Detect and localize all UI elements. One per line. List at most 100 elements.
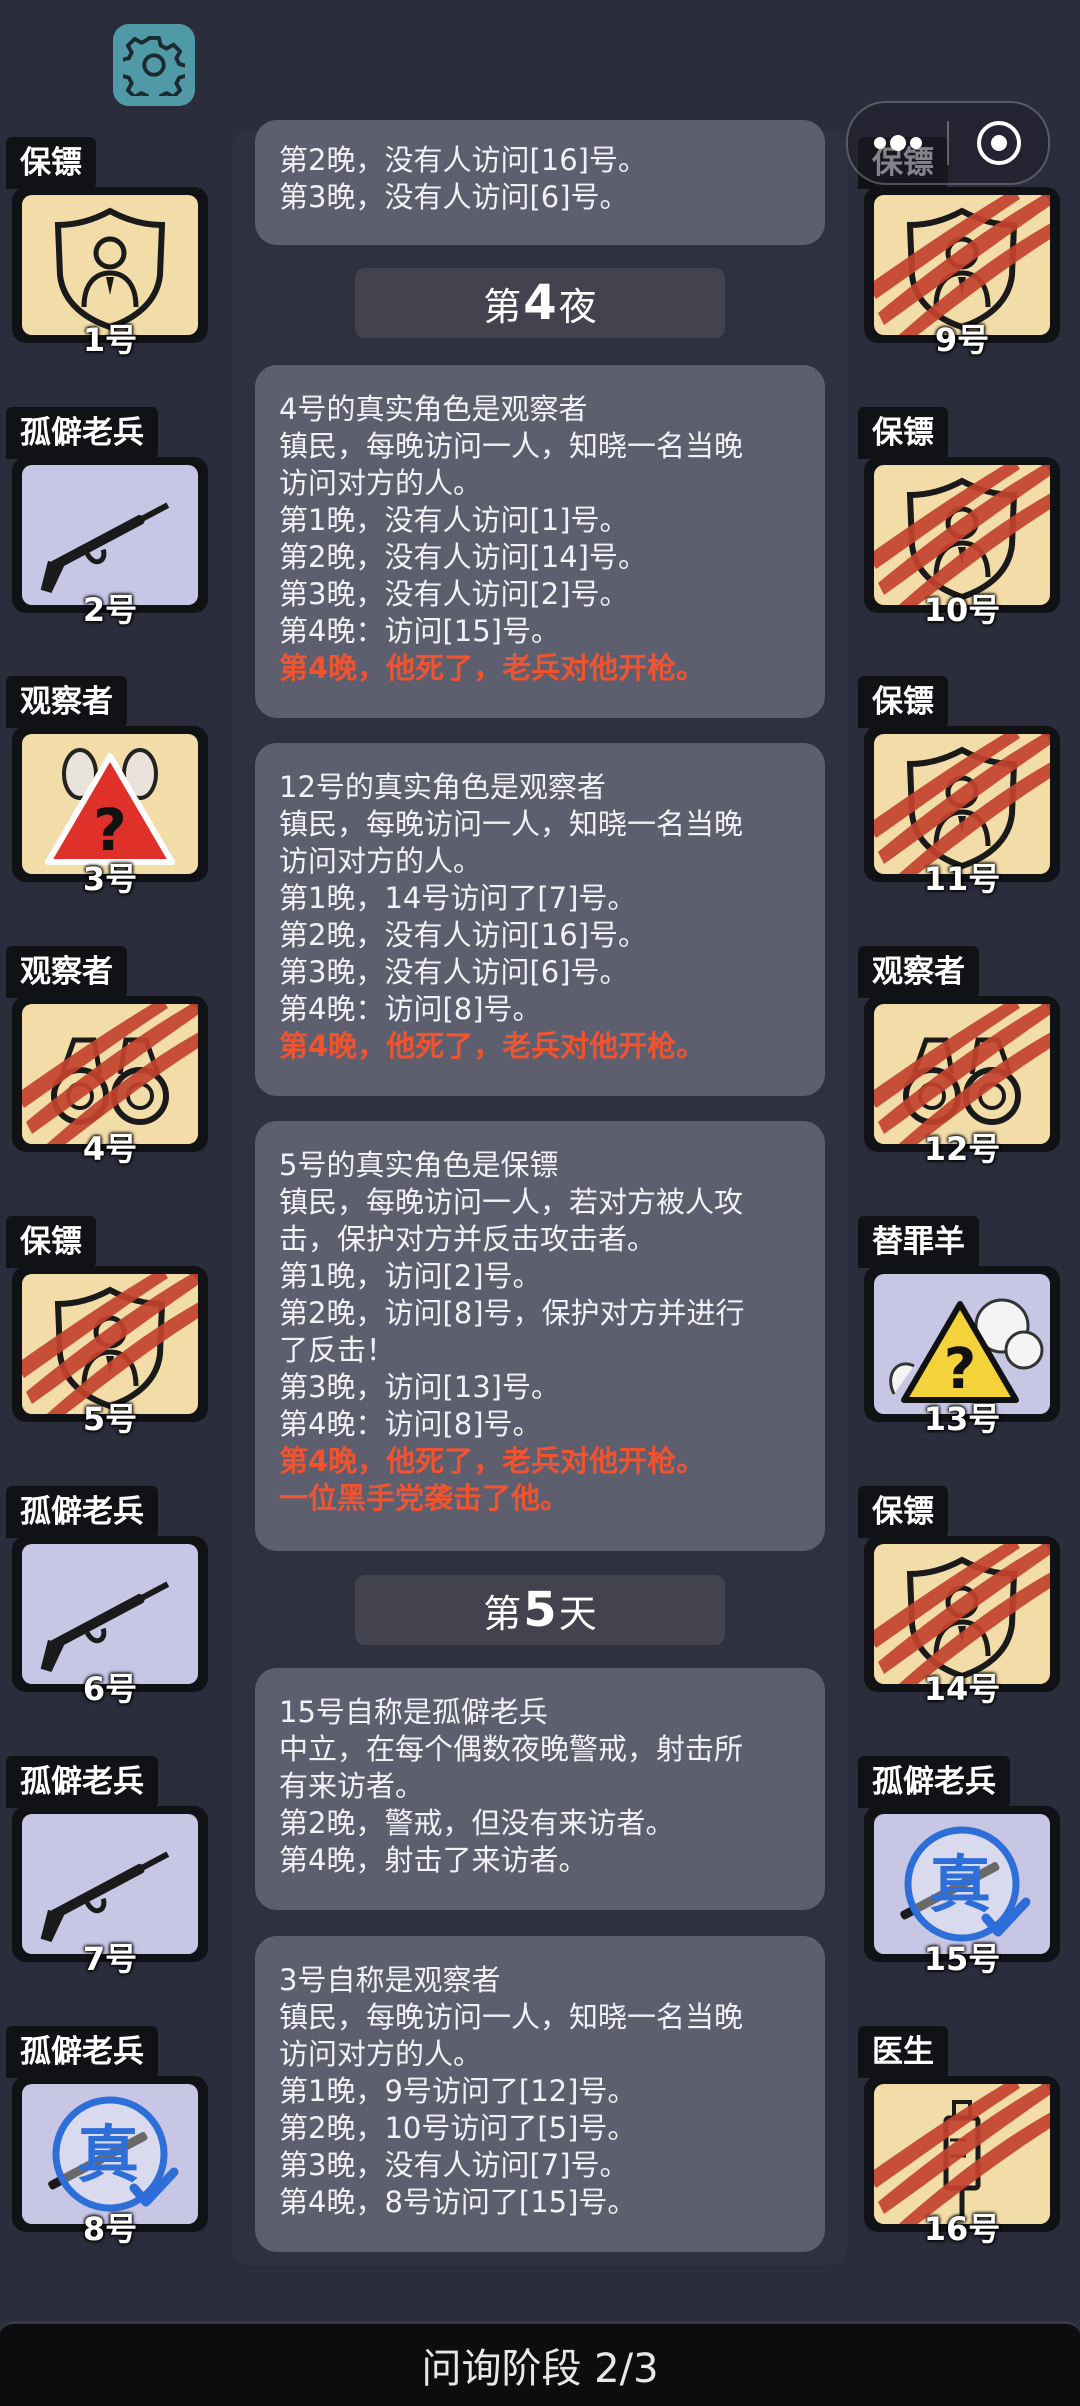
claw-marks [874, 734, 1050, 874]
player-card-6号[interactable]: 孤僻老兵 6号 [6, 1486, 214, 1708]
player-card-12号[interactable]: 观察者 12号 [858, 946, 1066, 1168]
player-card-15号[interactable]: 真 孤僻老兵 15号 [858, 1756, 1066, 1978]
verified-stamp-text: 真 [929, 1848, 991, 1921]
log-line: 第3晚，访问[13]号。 [279, 1370, 560, 1404]
death-note-line: 第4晚，他死了，老兵对他开枪。 [279, 651, 706, 685]
log-line: 第2晚，10号访问了[5]号。 [279, 2111, 637, 2145]
night-header: 第4夜 [355, 268, 725, 338]
settings-button[interactable] [113, 24, 195, 106]
bodyguard-shield-icon [874, 195, 1050, 335]
log-line: 中立，在每个偶数夜晚警戒，射击所 [279, 1732, 744, 1766]
log-card: 4号的真实角色是观察者 镇民，每晚访问一人，知晓一名当晚 访问对方的人。 第1晚，没有… [255, 365, 825, 718]
log-line: 15号自称是孤僻老兵 [279, 1695, 548, 1729]
claw-marks [874, 1004, 1050, 1144]
log-line: 第4晚：访问[15]号。 [279, 614, 560, 648]
verified-true-icon: 真 [48, 2096, 179, 2212]
player-card-5号[interactable]: 保镖 5号 [6, 1216, 214, 1438]
target-close-icon [976, 121, 1021, 165]
death-note-line: 一位黑手党袭击了他。 [279, 1481, 570, 1515]
log-line: 第2晚，访问[8]号，保护对方并进行 [279, 1296, 745, 1330]
player-card-7号[interactable]: 孤僻老兵 7号 [6, 1756, 214, 1978]
sheep-question-icon: ? [889, 1298, 1044, 1403]
log-line: 第2晚，没有人访问[16]号。 [279, 143, 647, 177]
log-card: 5号的真实角色是保镖 镇民，每晚访问一人，若对方被人攻 击，保护对方并反击攻击者。第… [255, 1121, 825, 1551]
log-line: 第1晚，14号访问了[7]号。 [279, 881, 637, 915]
player-card-13号[interactable]: ? 替罪羊 13号 [858, 1216, 1066, 1438]
log-line: 镇民，每晚访问一人，若对方被人攻 [279, 1185, 744, 1219]
player-card-10号[interactable]: 保镖 10号 [858, 407, 1066, 629]
log-line: 12号的真实角色是观察者 [279, 770, 606, 804]
log-line: 5号的真实角色是保镖 [279, 1148, 559, 1182]
role-label: 保镖 [6, 137, 96, 189]
role-label: 保镖 [6, 1216, 96, 1268]
claw-marks [22, 1004, 198, 1144]
binoculars-icon [22, 1004, 198, 1144]
warning-question-icon: ? [45, 748, 175, 865]
log-line: 第2晚，没有人访问[16]号。 [279, 918, 647, 952]
header-suffix: 天 [558, 1591, 597, 1636]
log-line: 第4晚：访问[8]号。 [279, 1407, 542, 1441]
bodyguard-shield-icon [22, 1274, 198, 1414]
log-line: 第2晚，警戒，但没有来访者。 [279, 1806, 675, 1840]
role-label: 孤僻老兵 [6, 407, 158, 459]
role-label: 孤僻老兵 [6, 1756, 158, 1808]
player-number: 16号 [923, 2210, 1001, 2248]
header-suffix: 夜 [558, 284, 597, 329]
bodyguard-shield-icon [874, 465, 1050, 605]
claw-marks [874, 465, 1050, 605]
log-line: 访问对方的人。 [279, 2037, 483, 2071]
player-card-8号[interactable]: 真 孤僻老兵 8号 [6, 2026, 214, 2248]
player-card-4号[interactable]: 观察者 4号 [6, 946, 214, 1168]
player-number: 4号 [82, 1130, 138, 1168]
syringe-icon [874, 2084, 1050, 2224]
header-prefix: 第 [483, 284, 522, 329]
player-number: 2号 [82, 591, 138, 629]
log-line: 第3晚，没有人访问[2]号。 [279, 577, 629, 611]
player-card-1号[interactable]: 保镖 1号 [6, 137, 214, 359]
player-card-14号[interactable]: 保镖 14号 [858, 1486, 1066, 1708]
role-label: 孤僻老兵 [6, 2026, 158, 2078]
log-line: 访问对方的人。 [279, 466, 483, 500]
player-card-11号[interactable]: 保镖 11号 [858, 676, 1066, 898]
log-line: 4号的真实角色是观察者 [279, 392, 588, 426]
player-card-3号[interactable]: ? 观察者 3号 [6, 676, 214, 898]
death-note-line: 第4晚，他死了，老兵对他开枪。 [279, 1029, 706, 1063]
log-card: 第2晚，没有人访问[16]号。 第3晚，没有人访问[6]号。 [255, 120, 825, 245]
phase-bar: 问询阶段 2/3 [0, 2321, 1080, 2406]
log-line: 第4晚，8号访问了[15]号。 [279, 2185, 637, 2219]
log-line: 第1晚，没有人访问[1]号。 [279, 503, 629, 537]
role-label: 观察者 [6, 676, 127, 728]
player-number: 7号 [82, 1940, 138, 1978]
log-line: 3号自称是观察者 [279, 1963, 501, 1997]
log-line: 第3晚，没有人访问[7]号。 [279, 2148, 629, 2182]
log-card: 15号自称是孤僻老兵 中立，在每个偶数夜晚警戒，射击所 有来访者。 第2晚，警戒，但没… [255, 1668, 825, 1910]
role-label: 保镖 [858, 676, 948, 728]
player-number: 13号 [923, 1400, 1001, 1438]
header-prefix: 第 [483, 1591, 522, 1636]
player-card-16号[interactable]: 医生 16号 [858, 2026, 1066, 2248]
log-line: 了反击！ [279, 1333, 396, 1367]
role-label: 观察者 [6, 946, 127, 998]
gear-icon [123, 35, 185, 96]
player-number: 14号 [923, 1670, 1001, 1708]
rifle-icon [40, 502, 170, 594]
player-number: 10号 [923, 591, 1001, 629]
close-miniprogram-button[interactable] [949, 103, 1048, 183]
header-number: 5 [523, 1582, 557, 1638]
miniprogram-capsule [846, 101, 1050, 185]
log-line: 击，保护对方并反击攻击者。 [279, 1222, 657, 1256]
log-line: 第4晚：访问[8]号。 [279, 992, 542, 1026]
rifle-icon [40, 1851, 170, 1943]
role-label: 观察者 [858, 946, 979, 998]
log-line: 镇民，每晚访问一人，知晓一名当晚 [279, 2000, 744, 2034]
role-label: 孤僻老兵 [858, 1756, 1010, 1808]
binoculars-icon [874, 1004, 1050, 1144]
player-card-2号[interactable]: 孤僻老兵 2号 [6, 407, 214, 629]
player-number: 15号 [923, 1940, 1001, 1978]
log-card: 3号自称是观察者 镇民，每晚访问一人，知晓一名当晚 访问对方的人。 第1晚，9号访问了… [255, 1936, 825, 2252]
more-button[interactable] [848, 103, 947, 183]
header-number: 4 [523, 275, 557, 331]
role-label: 替罪羊 [858, 1216, 979, 1268]
bodyguard-shield-icon [54, 207, 166, 331]
more-dots-icon [873, 135, 922, 151]
